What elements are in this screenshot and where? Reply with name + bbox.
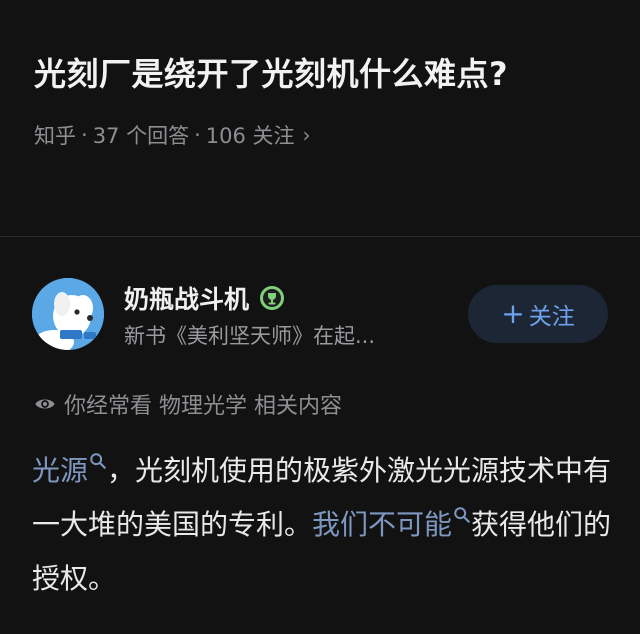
keyword-link[interactable]: 光源 <box>32 453 107 487</box>
follow-button-label: 关注 <box>528 304 575 330</box>
meta-separator: · <box>81 123 88 147</box>
search-icon <box>90 453 106 469</box>
meta-separator: · <box>194 123 201 147</box>
follow-count: 106 关注 <box>205 124 295 148</box>
avatar-image <box>32 278 104 350</box>
trophy-badge-icon <box>260 286 285 310</box>
author-name[interactable]: 奶瓶战斗机 <box>124 280 285 316</box>
recommend-reason-text: 你经常看 物理光学 相关内容 <box>64 394 342 419</box>
keyword-link-text: 光源 <box>32 454 89 487</box>
author-description[interactable]: 新书《美利坚天师》在起... <box>124 320 454 350</box>
answer-count: 37 个回答 <box>92 124 190 148</box>
question-header: 光刻厂是绕开了光刻机什么难点? 知乎 · 37 个回答 · 106 关注 › <box>34 50 594 150</box>
question-title[interactable]: 光刻厂是绕开了光刻机什么难点? <box>34 50 594 98</box>
plus-icon: + <box>501 297 525 330</box>
keyword-link-text: 我们不可能 <box>312 508 453 541</box>
chevron-right-icon[interactable]: › <box>303 123 311 147</box>
avatar[interactable] <box>32 278 104 350</box>
author-row: 奶瓶战斗机 新书《美利坚天师》在起... + 关注 <box>32 278 612 352</box>
search-icon <box>454 507 470 523</box>
eye-icon <box>35 399 55 409</box>
question-meta[interactable]: 知乎 · 37 个回答 · 106 关注 › <box>34 120 594 150</box>
answer-excerpt[interactable]: 光源 ，光刻机使用的极紫外激光光源技术中有一大堆的美国的专利。我们不可能 获得他们的… <box>32 444 612 606</box>
source-label: 知乎 <box>34 124 76 148</box>
section-divider <box>0 236 640 237</box>
keyword-link[interactable]: 我们不可能 <box>312 507 471 541</box>
author-name-text: 奶瓶战斗机 <box>124 285 250 314</box>
recommend-reason: 你经常看 物理光学 相关内容 <box>34 388 342 420</box>
follow-button[interactable]: + 关注 <box>468 285 608 343</box>
